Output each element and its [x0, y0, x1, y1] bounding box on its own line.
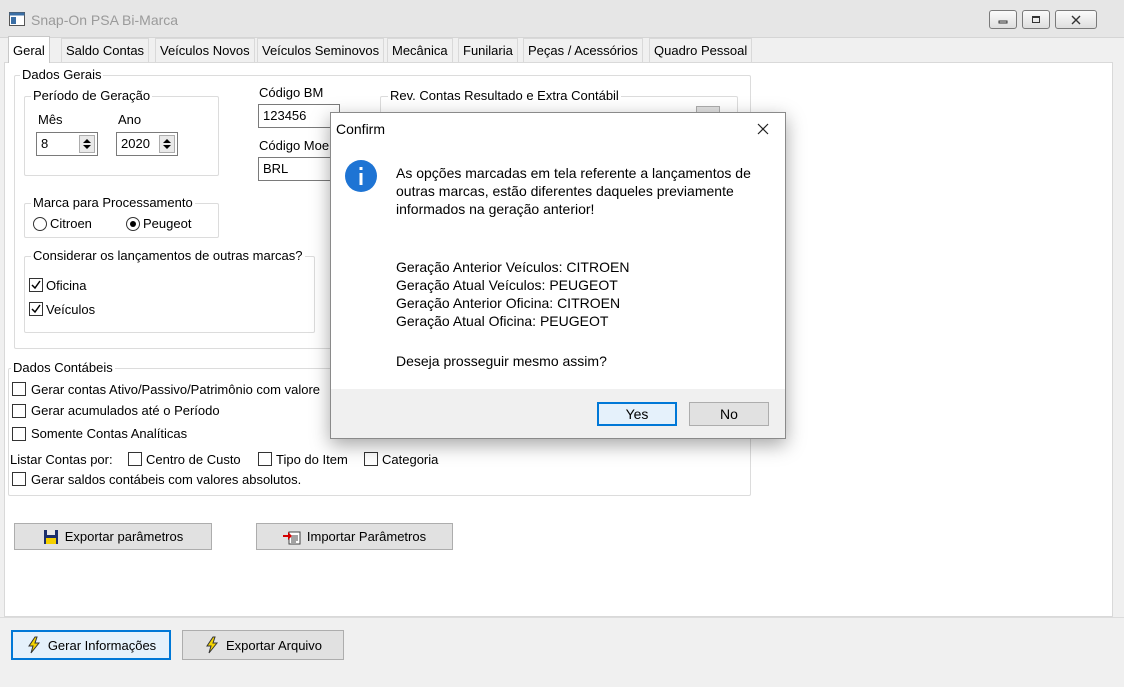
yes-button[interactable]: Yes [597, 402, 677, 426]
confirm-dialog: Confirm As opções marcadas em tela refer… [330, 112, 786, 439]
checkbox-centro-custo[interactable] [128, 452, 142, 466]
window-title: Snap-On PSA Bi-Marca [31, 12, 179, 28]
checkbox-saldos-absolutos-label: Gerar saldos contábeis com valores absol… [31, 472, 302, 487]
dialog-title: Confirm [336, 121, 386, 137]
rev-contas-legend: Rev. Contas Resultado e Extra Contábil [388, 88, 621, 103]
codigo-moeda-input[interactable]: BRL [258, 157, 340, 181]
dialog-message-line1: As opções marcadas em tela referente a l… [396, 165, 751, 181]
checkbox-saldos-absolutos[interactable] [12, 472, 26, 486]
info-icon [345, 160, 377, 192]
dialog-detail-line1: Geração Anterior Veículos: CITROEN [396, 259, 630, 275]
spin-arrows-icon [163, 139, 171, 149]
exportar-parametros-label: Exportar parâmetros [64, 529, 184, 544]
tab-veiculos-seminovos[interactable]: Veículos Seminovos [257, 38, 385, 62]
gerar-informacoes-button[interactable]: Gerar Informações [11, 630, 171, 660]
tab-veiculos-novos[interactable]: Veículos Novos [155, 38, 255, 62]
checkbox-somente-analiticas-label: Somente Contas Analíticas [31, 426, 188, 441]
close-icon [1071, 15, 1081, 24]
codigo-moeda-label: Código Moe [259, 138, 330, 153]
tab-funilaria[interactable]: Funilaria [458, 38, 518, 62]
checkmark-icon [31, 304, 41, 314]
checkbox-gerar-acumulados[interactable] [12, 404, 26, 418]
minimize-button[interactable] [989, 10, 1017, 29]
checkbox-veiculos[interactable] [29, 302, 43, 316]
maximize-icon [1032, 16, 1040, 23]
ano-value: 2020 [121, 136, 150, 151]
ano-label: Ano [118, 112, 142, 127]
checkbox-gerar-acumulados-label: Gerar acumulados até o Período [31, 403, 220, 418]
no-button[interactable]: No [689, 402, 769, 426]
dialog-detail-line3: Geração Anterior Oficina: CITROEN [396, 295, 621, 311]
dialog-footer: Yes No [331, 389, 785, 438]
marca-legend: Marca para Processamento [31, 195, 195, 210]
title-bar: Snap-On PSA Bi-Marca [0, 0, 1124, 38]
mes-spinner[interactable]: 8 [36, 132, 98, 156]
checkbox-veiculos-label: Veículos [46, 302, 96, 317]
mes-value: 8 [41, 136, 49, 151]
checkbox-tipo-item-label: Tipo do Item [276, 452, 348, 467]
codigo-bm-label: Código BM [259, 85, 324, 100]
periodo-legend: Período de Geração [31, 88, 153, 103]
checkbox-oficina[interactable] [29, 278, 43, 292]
radio-citroen[interactable] [33, 217, 47, 231]
tab-saldo-contas[interactable]: Saldo Contas [61, 38, 150, 62]
checkbox-centro-custo-label: Centro de Custo [146, 452, 241, 467]
outras-marcas-legend: Considerar os lançamentos de outras marc… [31, 248, 305, 263]
gerar-informacoes-label: Gerar Informações [47, 637, 157, 653]
mes-label: Mês [38, 112, 63, 127]
checkbox-categoria-label: Categoria [382, 452, 439, 467]
tab-mecanica[interactable]: Mecânica [387, 38, 453, 62]
checkbox-gerar-contas-label: Gerar contas Ativo/Passivo/Patrimônio co… [31, 382, 321, 397]
exportar-arquivo-button[interactable]: Exportar Arquivo [182, 630, 344, 660]
minimize-icon [998, 20, 1008, 23]
outras-marcas-group [24, 256, 315, 333]
dialog-question: Deseja prosseguir mesmo assim? [396, 353, 607, 369]
dialog-detail-line2: Geração Atual Veículos: PEUGEOT [396, 277, 618, 293]
dialog-close-button[interactable] [749, 117, 777, 141]
spin-arrows-icon [83, 139, 91, 149]
radio-peugeot-label: Peugeot [143, 216, 192, 231]
checkbox-somente-analiticas[interactable] [12, 427, 26, 441]
mes-spin-buttons[interactable] [79, 135, 95, 153]
import-icon [282, 531, 301, 544]
dialog-message-line3: informados na geração anterior! [396, 201, 595, 217]
dados-gerais-legend: Dados Gerais [20, 67, 104, 82]
codigo-bm-input[interactable]: 123456 [258, 104, 340, 128]
ano-spinner[interactable]: 2020 [116, 132, 178, 156]
radio-peugeot[interactable] [126, 217, 140, 231]
dados-contabeis-legend: Dados Contábeis [11, 360, 115, 375]
tab-quadro-pessoal[interactable]: Quadro Pessoal [649, 38, 753, 62]
checkmark-icon [31, 280, 41, 290]
tab-pecas-acessorios[interactable]: Peças / Acessórios [523, 38, 643, 62]
ano-spin-buttons[interactable] [159, 135, 175, 153]
importar-parametros-button[interactable]: Importar Parâmetros [256, 523, 453, 550]
close-icon [757, 123, 769, 135]
radio-citroen-label: Citroen [50, 216, 92, 231]
maximize-button[interactable] [1022, 10, 1050, 29]
checkbox-oficina-label: Oficina [46, 278, 87, 293]
tab-geral[interactable]: Geral [8, 36, 50, 63]
lightning-icon [206, 636, 218, 654]
exportar-parametros-button[interactable]: Exportar parâmetros [14, 523, 212, 550]
floppy-disk-icon [43, 529, 58, 544]
dialog-message-line2: outras marcas, estão diferentes daqueles… [396, 183, 734, 199]
close-window-button[interactable] [1055, 10, 1097, 29]
listar-contas-label: Listar Contas por: [10, 452, 113, 467]
importar-parametros-label: Importar Parâmetros [306, 529, 427, 544]
app-window-icon [9, 12, 25, 26]
exportar-arquivo-label: Exportar Arquivo [225, 637, 323, 653]
lightning-icon [27, 636, 40, 654]
checkbox-categoria[interactable] [364, 452, 378, 466]
checkbox-tipo-item[interactable] [258, 452, 272, 466]
checkbox-gerar-contas[interactable] [12, 382, 26, 396]
dialog-detail-line4: Geração Atual Oficina: PEUGEOT [396, 313, 609, 329]
